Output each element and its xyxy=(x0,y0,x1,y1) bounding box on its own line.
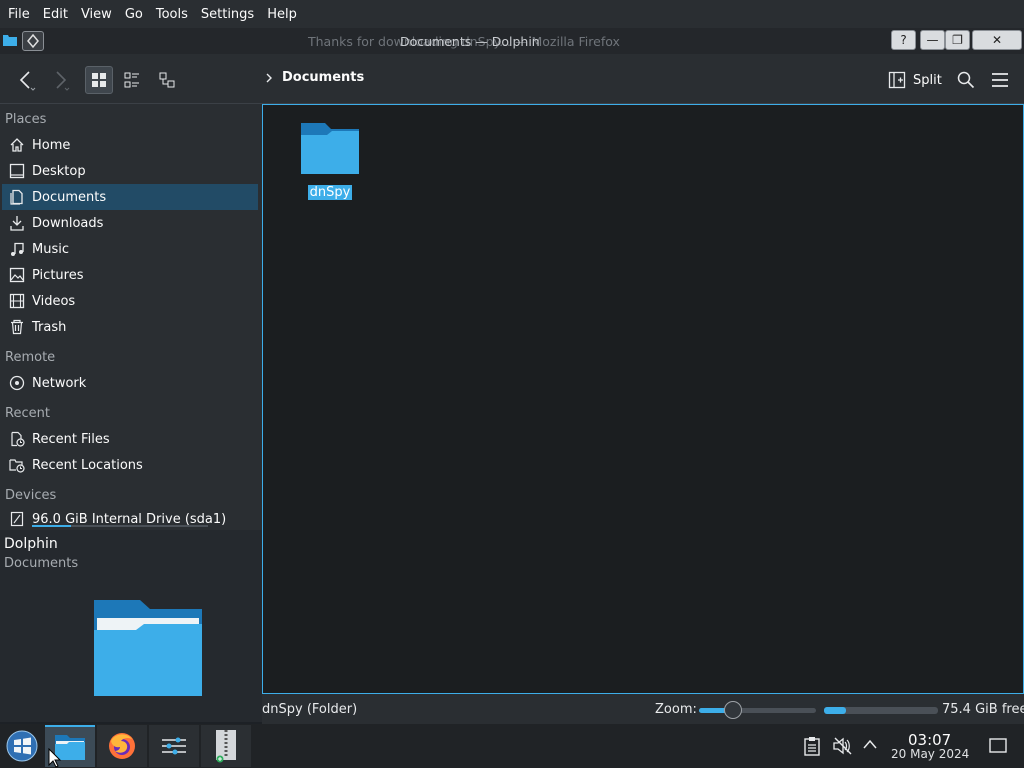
forward-arrow-icon xyxy=(56,71,70,91)
trash-icon xyxy=(8,318,26,336)
folder-name: dnSpy xyxy=(307,185,353,200)
drive-icon xyxy=(8,510,26,528)
place-network[interactable]: Network xyxy=(2,370,258,396)
search-button[interactable] xyxy=(952,66,980,94)
details-view-icon xyxy=(159,72,175,88)
back-button[interactable] xyxy=(12,66,40,94)
place-trash[interactable]: Trash xyxy=(2,314,258,340)
place-music[interactable]: Music xyxy=(2,236,258,262)
file-view[interactable]: dnSpy xyxy=(262,104,1024,694)
zoom-slider-handle[interactable] xyxy=(723,701,742,719)
archive-icon xyxy=(216,730,236,763)
network-icon xyxy=(8,374,26,392)
zoom-label: Zoom: xyxy=(655,702,697,717)
back-arrow-icon xyxy=(19,71,36,91)
compact-view-icon xyxy=(124,72,139,88)
task-preview-tooltip[interactable]: Dolphin Documents xyxy=(0,530,296,722)
place-pictures[interactable]: Pictures xyxy=(2,262,258,288)
desktop-icon xyxy=(8,162,26,180)
hamburger-menu-icon xyxy=(992,73,1008,87)
toolbar: Documents Split xyxy=(0,54,1024,104)
place-desktop[interactable]: Desktop xyxy=(2,158,258,184)
menu-settings[interactable]: Settings xyxy=(197,7,258,22)
search-icon xyxy=(957,71,975,89)
breadcrumb: Documents xyxy=(264,70,364,85)
window-title: Documents — Dolphin xyxy=(400,34,540,49)
music-icon xyxy=(8,240,26,258)
videos-icon xyxy=(8,292,26,310)
pictures-icon xyxy=(8,266,26,284)
menu-go[interactable]: Go xyxy=(121,7,147,22)
clipboard-icon[interactable] xyxy=(803,736,821,760)
icons-view-icon xyxy=(92,73,106,87)
drive-capacity-fill xyxy=(32,525,71,527)
places-panel: Places Home Desktop Documents Downloads … xyxy=(0,104,262,530)
chevron-up-icon[interactable] xyxy=(862,738,878,754)
downloads-icon xyxy=(8,214,26,232)
volume-muted-icon[interactable] xyxy=(832,736,854,760)
split-view-icon xyxy=(888,71,906,89)
start-menu-icon xyxy=(6,730,38,762)
free-space-label: 75.4 GiB free xyxy=(942,702,1024,717)
firefox-icon xyxy=(109,733,135,759)
taskbar-archive[interactable] xyxy=(201,725,251,767)
menu-file[interactable]: File xyxy=(4,7,34,22)
show-desktop-icon[interactable] xyxy=(988,737,1008,759)
recent-files-icon xyxy=(8,430,26,448)
recent-locations-icon xyxy=(8,456,26,474)
zoom-slider[interactable] xyxy=(699,701,816,719)
start-menu-button[interactable] xyxy=(0,725,44,767)
drive-capacity-bar xyxy=(32,525,208,527)
window-menu-button[interactable] xyxy=(22,31,44,51)
preview-subtitle: Documents xyxy=(4,556,79,571)
documents-icon xyxy=(8,188,26,206)
folder-icon xyxy=(301,123,359,174)
free-space-bar[interactable] xyxy=(824,707,938,714)
taskbar: 03:07 20 May 2024 xyxy=(0,724,1024,768)
section-recent: Recent xyxy=(5,406,50,421)
menu-view[interactable]: View xyxy=(77,7,116,22)
place-recent-locations[interactable]: Recent Locations xyxy=(2,452,258,478)
split-label: Split xyxy=(913,72,942,88)
section-devices: Devices xyxy=(5,488,57,503)
icons-view-button[interactable] xyxy=(85,66,113,94)
taskbar-settings[interactable] xyxy=(149,725,199,767)
preview-title: Dolphin xyxy=(4,536,58,552)
dolphin-window-icon[interactable] xyxy=(2,32,18,48)
menu-help[interactable]: Help xyxy=(263,7,301,22)
close-button[interactable]: ✕ xyxy=(972,30,1022,50)
status-bar: dnSpy (Folder) Zoom: 75.4 GiB free xyxy=(262,694,1024,724)
free-space-fill xyxy=(824,707,846,714)
home-icon xyxy=(8,136,26,154)
place-home[interactable]: Home xyxy=(2,132,258,158)
breadcrumb-documents[interactable]: Documents xyxy=(282,70,364,85)
clock-date[interactable]: 20 May 2024 xyxy=(891,747,969,761)
place-videos[interactable]: Videos xyxy=(2,288,258,314)
split-button[interactable]: Split xyxy=(888,67,942,93)
taskbar-firefox[interactable] xyxy=(97,725,147,767)
folder-item-dnspy[interactable]: dnSpy xyxy=(299,121,361,200)
folder-thumbnail-icon xyxy=(94,600,202,696)
section-places: Places xyxy=(5,112,47,127)
menu-bar: File Edit View Go Tools Settings Help xyxy=(0,0,1024,28)
place-recent-files[interactable]: Recent Files xyxy=(2,426,258,452)
place-documents[interactable]: Documents xyxy=(2,184,258,210)
maximize-button[interactable]: ❐ xyxy=(945,30,970,50)
menu-edit[interactable]: Edit xyxy=(39,7,72,22)
title-bar: Thanks for downloading dnSpy... — Mozill… xyxy=(0,28,1024,54)
compact-view-button[interactable] xyxy=(118,66,146,94)
chevron-right-icon[interactable] xyxy=(264,72,274,84)
settings-icon xyxy=(162,737,186,755)
place-downloads[interactable]: Downloads xyxy=(2,210,258,236)
section-remote: Remote xyxy=(5,350,56,365)
status-text: dnSpy (Folder) xyxy=(262,702,358,717)
mouse-cursor-icon xyxy=(48,748,62,768)
hamburger-menu-button[interactable] xyxy=(986,66,1014,94)
forward-button[interactable] xyxy=(46,66,74,94)
minimize-button[interactable]: — xyxy=(920,30,945,50)
help-button[interactable]: ? xyxy=(891,30,916,50)
menu-tools[interactable]: Tools xyxy=(152,7,192,22)
details-view-button[interactable] xyxy=(153,66,181,94)
